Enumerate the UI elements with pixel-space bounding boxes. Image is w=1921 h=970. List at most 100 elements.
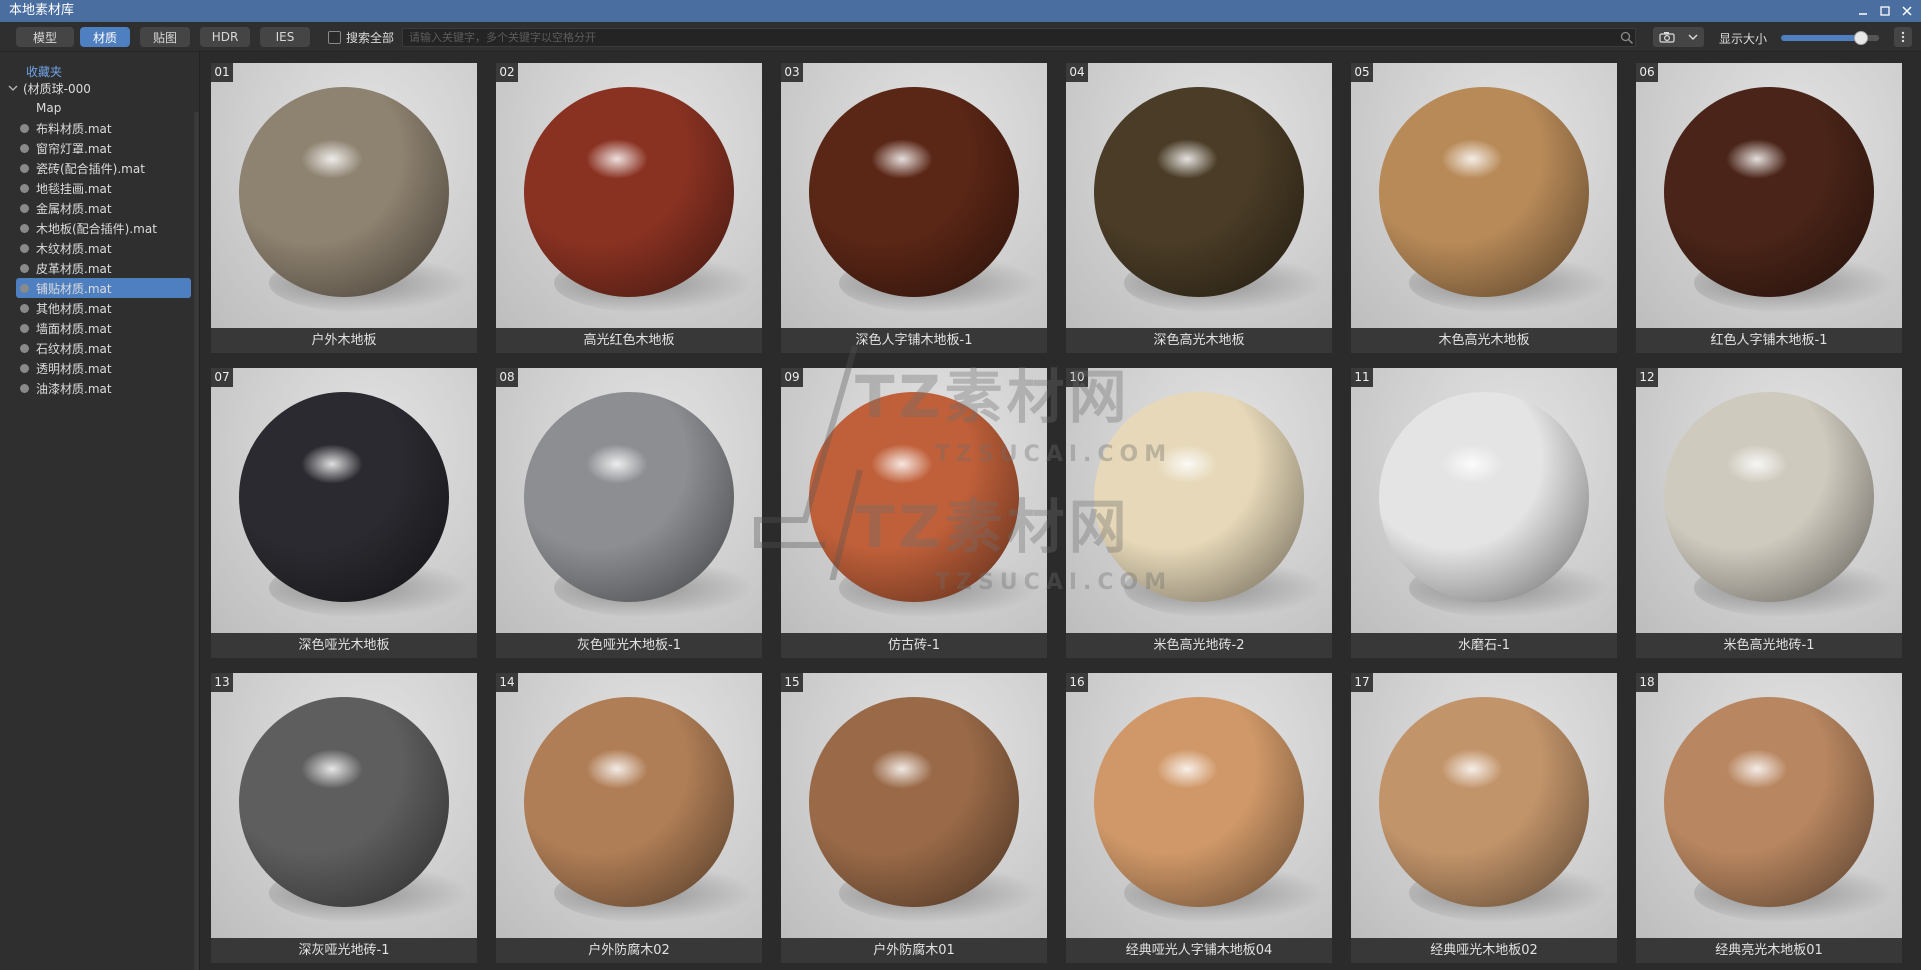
material-file-icon	[20, 343, 29, 353]
material-card[interactable]: 18 经典亮光木地板01	[1636, 673, 1902, 963]
material-card[interactable]: 09 仿古砖-1	[781, 368, 1047, 658]
material-sphere	[524, 697, 734, 907]
sphere-highlight	[871, 749, 933, 789]
material-name: 户外防腐木02	[496, 938, 762, 963]
material-name: 仿古砖-1	[781, 633, 1047, 658]
material-card[interactable]: 07 深色哑光木地板	[211, 368, 477, 658]
material-card[interactable]: 10 米色高光地砖-2	[1066, 368, 1332, 658]
material-thumbnail[interactable]: 10	[1066, 368, 1332, 633]
material-file-icon	[20, 303, 29, 313]
material-name: 高光红色木地板	[496, 328, 762, 353]
material-name: 户外木地板	[211, 328, 477, 353]
material-thumbnail[interactable]: 05	[1351, 63, 1617, 328]
material-thumbnail[interactable]: 04	[1066, 63, 1332, 328]
material-sphere	[1379, 697, 1589, 907]
material-card[interactable]: 03 深色人字铺木地板-1	[781, 63, 1047, 353]
material-number-badge: 03	[781, 63, 803, 82]
material-thumbnail[interactable]: 02	[496, 63, 762, 328]
sphere-highlight	[1156, 139, 1218, 179]
material-name: 米色高光地砖-2	[1066, 633, 1332, 658]
sphere-highlight	[301, 139, 363, 179]
material-file-icon	[20, 223, 29, 233]
sidebar-item-label: 石纹材质.mat	[36, 341, 112, 356]
material-number-badge: 17	[1351, 673, 1373, 692]
material-sphere	[1664, 697, 1874, 907]
material-sphere	[1664, 87, 1874, 297]
material-sphere	[239, 697, 449, 907]
sidebar-item-label: 地毯挂画.mat	[36, 181, 112, 196]
sphere-highlight	[586, 139, 648, 179]
material-sphere	[809, 697, 1019, 907]
sidebar-item-label: 油漆材质.mat	[36, 381, 112, 396]
material-file-icon	[20, 323, 29, 333]
material-number-badge: 13	[211, 673, 233, 692]
sphere-highlight	[301, 749, 363, 789]
material-card[interactable]: 04 深色高光木地板	[1066, 63, 1332, 353]
material-number-badge: 01	[211, 63, 233, 82]
material-file-icon	[20, 163, 29, 173]
material-name: 红色人字铺木地板-1	[1636, 328, 1902, 353]
material-thumbnail[interactable]: 16	[1066, 673, 1332, 938]
material-sphere	[1094, 87, 1304, 297]
sphere-highlight	[871, 139, 933, 179]
material-sphere	[1379, 87, 1589, 297]
material-thumbnail[interactable]: 06	[1636, 63, 1902, 328]
material-card[interactable]: 08 灰色哑光木地板-1	[496, 368, 762, 658]
material-thumbnail[interactable]: 12	[1636, 368, 1902, 633]
material-card[interactable]: 01 户外木地板	[211, 63, 477, 353]
material-sphere	[1379, 392, 1589, 602]
material-card[interactable]: 14 户外防腐木02	[496, 673, 762, 963]
sidebar-item-label: 木地板(配合插件).mat	[36, 221, 157, 236]
material-number-badge: 12	[1636, 368, 1658, 387]
material-grid: 01 户外木地板 02 高光红色木地板 03 深色人字铺木地板-1 04 深色高光木地板 05 木…	[0, 0, 1921, 970]
material-thumbnail[interactable]: 18	[1636, 673, 1902, 938]
sphere-highlight	[301, 444, 363, 484]
material-card[interactable]: 11 水磨石-1	[1351, 368, 1617, 658]
sphere-highlight	[871, 444, 933, 484]
material-thumbnail[interactable]: 11	[1351, 368, 1617, 633]
material-name: 深色人字铺木地板-1	[781, 328, 1047, 353]
material-card[interactable]: 17 经典哑光木地板02	[1351, 673, 1617, 963]
material-sphere	[809, 392, 1019, 602]
material-file-icon	[20, 243, 29, 253]
material-number-badge: 02	[496, 63, 518, 82]
material-name: 深色哑光木地板	[211, 633, 477, 658]
sphere-highlight	[1726, 749, 1788, 789]
material-name: 经典哑光木地板02	[1351, 938, 1617, 963]
material-file-icon	[20, 263, 29, 273]
material-card[interactable]: 05 木色高光木地板	[1351, 63, 1617, 353]
material-thumbnail[interactable]: 09	[781, 368, 1047, 633]
material-card[interactable]: 06 红色人字铺木地板-1	[1636, 63, 1902, 353]
material-thumbnail[interactable]: 01	[211, 63, 477, 328]
material-name: 水磨石-1	[1351, 633, 1617, 658]
tree-root-label: (材质球-000	[23, 81, 91, 96]
material-file-icon	[20, 203, 29, 213]
material-thumbnail[interactable]: 15	[781, 673, 1047, 938]
material-thumbnail[interactable]: 03	[781, 63, 1047, 328]
material-name: 深色高光木地板	[1066, 328, 1332, 353]
material-card[interactable]: 02 高光红色木地板	[496, 63, 762, 353]
sphere-highlight	[1441, 749, 1503, 789]
material-thumbnail[interactable]: 13	[211, 673, 477, 938]
material-number-badge: 18	[1636, 673, 1658, 692]
material-thumbnail[interactable]: 14	[496, 673, 762, 938]
material-number-badge: 04	[1066, 63, 1088, 82]
chevron-down-icon[interactable]	[8, 84, 18, 92]
material-card[interactable]: 13 深灰哑光地砖-1	[211, 673, 477, 963]
material-card[interactable]: 15 户外防腐木01	[781, 673, 1047, 963]
material-thumbnail[interactable]: 08	[496, 368, 762, 633]
sidebar-item-label: 瓷砖(配合插件).mat	[36, 161, 145, 176]
material-card[interactable]: 12 米色高光地砖-1	[1636, 368, 1902, 658]
material-thumbnail[interactable]: 07	[211, 368, 477, 633]
material-number-badge: 06	[1636, 63, 1658, 82]
material-thumbnail[interactable]: 17	[1351, 673, 1617, 938]
material-number-badge: 09	[781, 368, 803, 387]
material-card[interactable]: 16 经典哑光人字铺木地板04	[1066, 673, 1332, 963]
material-sphere	[239, 392, 449, 602]
material-file-icon	[20, 383, 29, 393]
material-number-badge: 05	[1351, 63, 1373, 82]
material-name: 经典亮光木地板01	[1636, 938, 1902, 963]
material-name: 户外防腐木01	[781, 938, 1047, 963]
material-file-icon	[20, 183, 29, 193]
material-number-badge: 11	[1351, 368, 1373, 387]
